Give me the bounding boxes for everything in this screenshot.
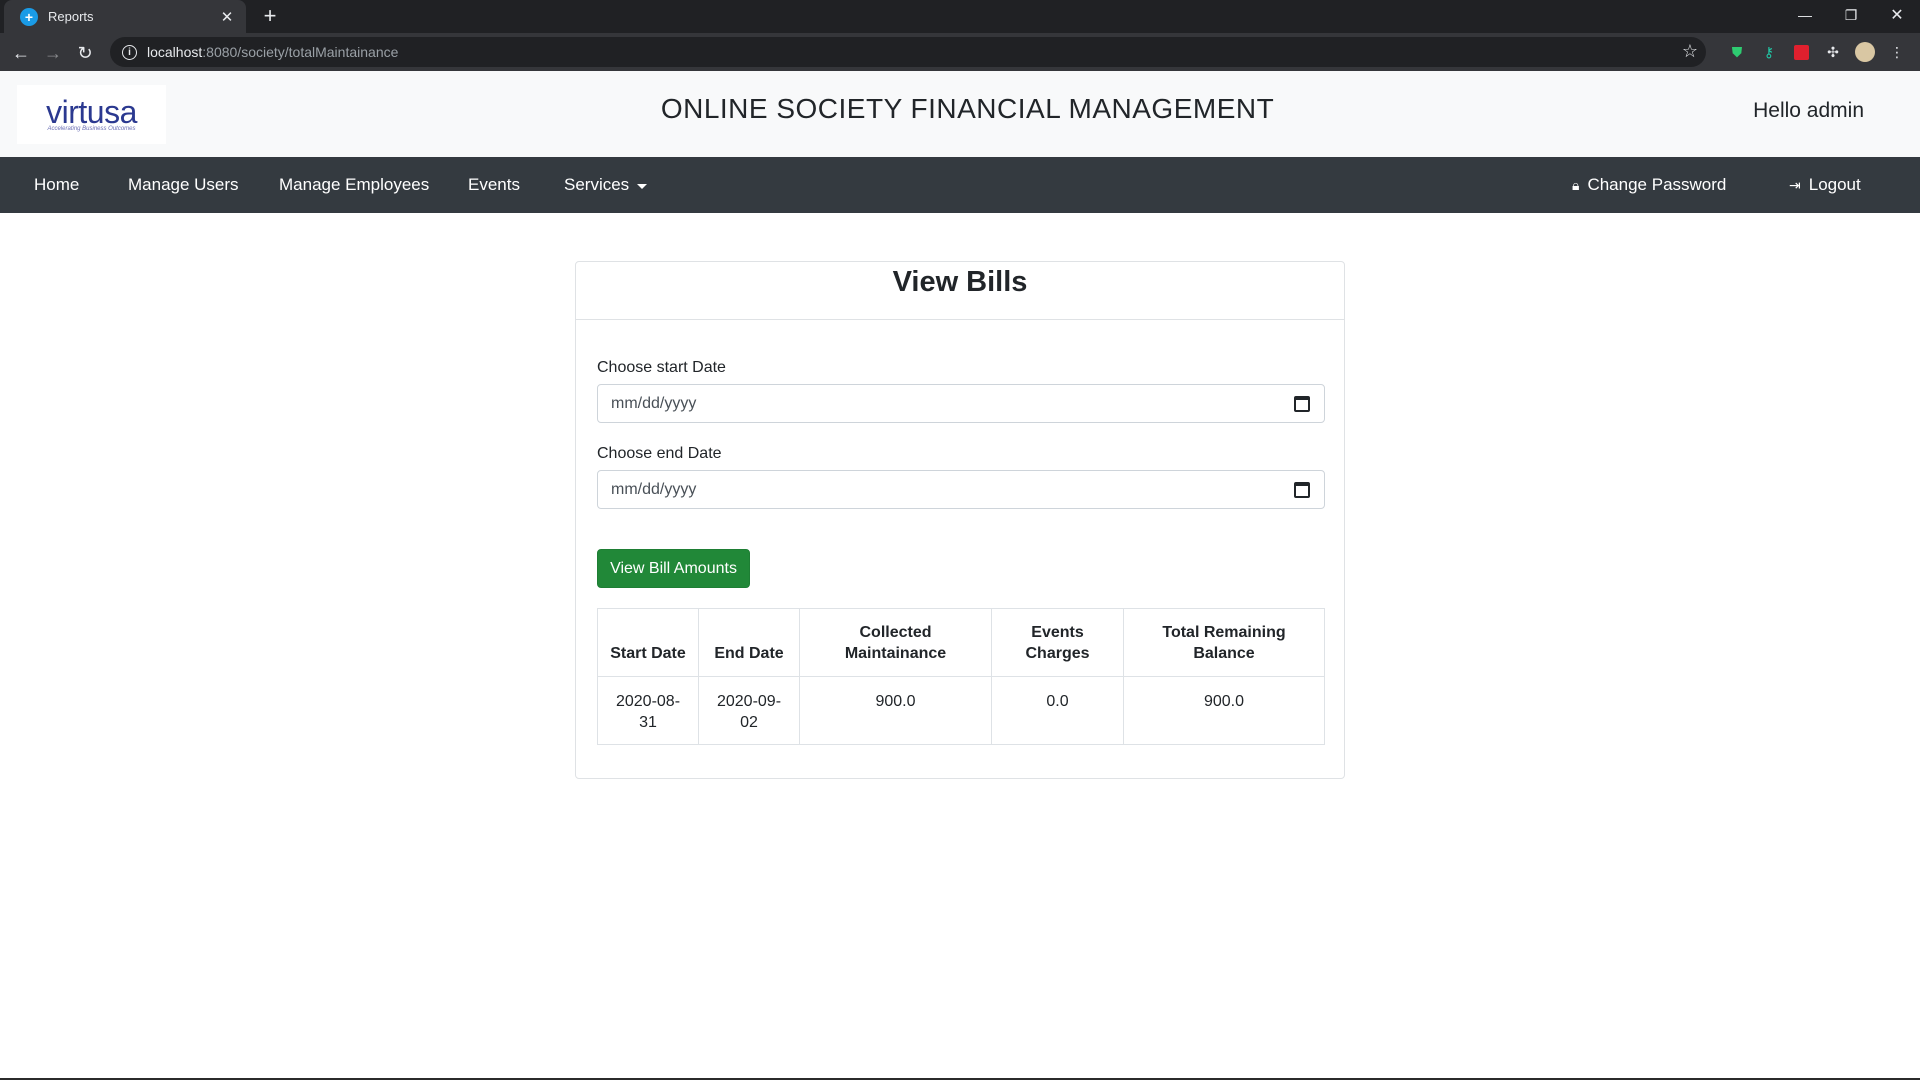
- view-bills-card: View Bills Choose start Date mm/dd/yyyy …: [575, 261, 1345, 779]
- change-password-label: Change Password: [1587, 175, 1727, 194]
- cell-total-remaining-balance: 900.0: [1123, 676, 1325, 745]
- restore-window-icon[interactable]: ❐: [1828, 0, 1874, 30]
- chevron-down-icon: [637, 183, 648, 189]
- site-info-icon[interactable]: i: [122, 44, 137, 60]
- column-header: Events Charges: [991, 608, 1124, 677]
- logout-label: Logout: [1808, 175, 1861, 194]
- end-date-input[interactable]: mm/dd/yyyy: [597, 470, 1325, 509]
- url-host: localhost: [147, 44, 203, 60]
- end-date-label: Choose end Date: [597, 445, 722, 462]
- user-greeting: Hello admin: [1753, 99, 1864, 122]
- column-header: Total Remaining Balance: [1123, 608, 1325, 677]
- site-header: virtusa Accelerating Business Outcomes O…: [0, 71, 1920, 157]
- forward-arrow-icon[interactable]: →: [40, 40, 66, 66]
- end-date-placeholder: mm/dd/yyyy: [611, 480, 697, 498]
- table-header-row: Start Date End Date Collected Maintainan…: [597, 608, 1325, 677]
- view-bill-amounts-button[interactable]: View Bill Amounts: [597, 549, 750, 588]
- nav-logout[interactable]: ⇥ Logout: [1789, 157, 1861, 213]
- column-header: Collected Maintainance: [799, 608, 992, 677]
- cell-start-date: 2020-08-31: [597, 676, 699, 745]
- profile-avatar[interactable]: [1854, 41, 1876, 63]
- shield-extension-icon[interactable]: ⛊: [1726, 41, 1748, 63]
- tab-favicon-icon: +: [20, 7, 38, 26]
- cell-end-date: 2020-09-02: [698, 676, 800, 745]
- start-date-placeholder: mm/dd/yyyy: [611, 394, 697, 412]
- url-path: :8080/society/totalMaintainance: [202, 44, 399, 60]
- lock-icon: 🔒︎: [1572, 176, 1580, 193]
- start-date-input[interactable]: mm/dd/yyyy: [597, 384, 1325, 423]
- nav-manage-employees[interactable]: Manage Employees: [279, 157, 429, 213]
- logo-tagline: Accelerating Business Outcomes: [47, 125, 136, 132]
- bills-table: Start Date End Date Collected Maintainan…: [597, 608, 1325, 745]
- nav-home[interactable]: Home: [34, 157, 79, 213]
- new-tab-button[interactable]: +: [258, 5, 282, 29]
- browser-toolbar: ← → ↻ i localhost:8080/society/totalMain…: [0, 33, 1920, 71]
- browser-tabstrip: + Reports ✕ + — ❐ ✕: [0, 0, 1920, 33]
- url-text: localhost:8080/society/totalMaintainance: [147, 44, 398, 60]
- start-date-label: Choose start Date: [597, 359, 726, 376]
- site-title: ONLINE SOCIETY FINANCIAL MANAGEMENT: [660, 93, 1275, 124]
- red-extension-icon[interactable]: [1790, 41, 1812, 63]
- page-content: virtusa Accelerating Business Outcomes O…: [0, 71, 1920, 1080]
- card-header: View Bills: [576, 262, 1344, 320]
- tab-title: Reports: [48, 9, 94, 24]
- bookmark-star-icon[interactable]: ☆: [1682, 41, 1698, 62]
- cell-events-charges: 0.0: [991, 676, 1124, 745]
- key-extension-icon[interactable]: ⚷: [1758, 41, 1780, 63]
- browser-menu-icon[interactable]: ⋮: [1886, 41, 1908, 63]
- sign-out-icon: ⇥: [1789, 176, 1801, 193]
- puzzle-extensions-icon[interactable]: ✣: [1822, 41, 1844, 63]
- nav-events[interactable]: Events: [468, 157, 520, 213]
- nav-change-password[interactable]: 🔒︎ Change Password: [1572, 157, 1726, 213]
- column-header: Start Date: [597, 608, 699, 677]
- column-header: End Date: [698, 608, 800, 677]
- back-arrow-icon[interactable]: ←: [8, 40, 34, 66]
- address-bar[interactable]: i localhost:8080/society/totalMaintainan…: [110, 37, 1706, 67]
- minimize-window-icon[interactable]: —: [1782, 0, 1828, 30]
- nav-manage-users[interactable]: Manage Users: [128, 157, 239, 213]
- card-title: View Bills: [892, 266, 1028, 298]
- cell-collected-maintainance: 900.0: [799, 676, 992, 745]
- calendar-icon[interactable]: [1294, 395, 1310, 412]
- calendar-icon[interactable]: [1294, 481, 1310, 498]
- main-navbar: Home Manage Users Manage Employees Event…: [0, 157, 1920, 213]
- nav-services-dropdown[interactable]: Services: [564, 157, 648, 213]
- table-row: 2020-08-31 2020-09-02 900.0 0.0 900.0: [597, 676, 1325, 745]
- close-tab-icon[interactable]: ✕: [218, 8, 236, 26]
- close-window-icon[interactable]: ✕: [1874, 0, 1920, 30]
- nav-services-label: Services: [564, 175, 630, 194]
- browser-tab[interactable]: + Reports ✕: [4, 0, 246, 33]
- reload-icon[interactable]: ↻: [72, 40, 98, 66]
